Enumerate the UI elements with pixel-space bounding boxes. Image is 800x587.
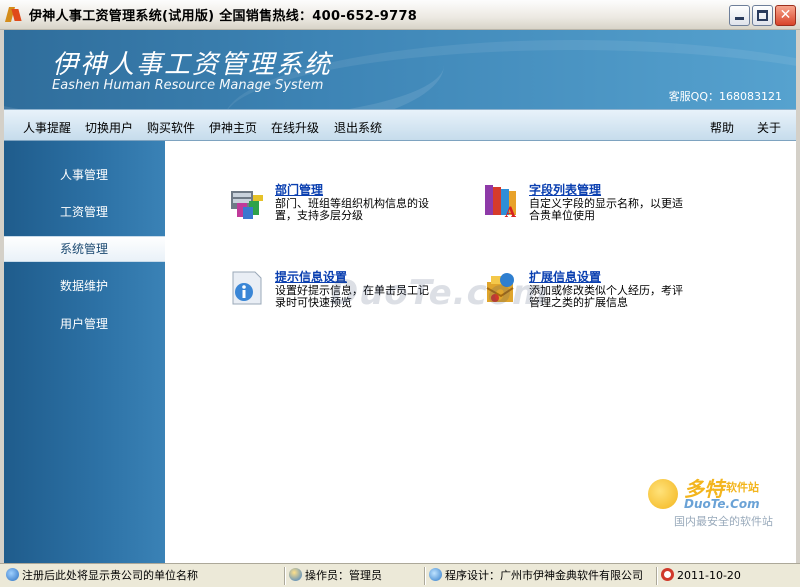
watermark-logo: 多特 软件站 DuoTe.Com 国内最安全的软件站 [648,473,788,533]
watermark-logo-en: DuoTe.Com [684,497,760,511]
watermark-logo-tag: 国内最安全的软件站 [674,515,773,528]
status-company-text: 注册后此处将显示贵公司的单位名称 [22,569,198,582]
main-content: 部门管理 部门、班组等组织机构信息的设置，支持多层分级 A 字段列表管理 自定义… [165,141,796,563]
field-list-icon[interactable]: A [481,181,521,221]
sidebar-item-salary[interactable]: 工资管理 [4,199,165,225]
sidebar-item-data-maintenance[interactable]: 数据维护 [4,273,165,299]
sidebar-item-personnel[interactable]: 人事管理 [4,162,165,188]
title-bar[interactable]: 伊神人事工资管理系统(试用版) 全国销售热线：400-652-9778 ✕ [0,0,800,30]
menu-about[interactable]: 关于 [757,119,781,136]
department-description: 部门、班组等组织机构信息的设置，支持多层分级 [275,197,429,222]
status-bar: 注册后此处将显示贵公司的单位名称 操作员：管理员 程序设计：广州市伊神金典软件有… [0,563,800,587]
watermark-text: DuoTe.com [330,273,549,313]
mascot-icon [648,479,678,509]
status-date: 2011-10-20 [656,567,798,585]
sidebar: 人事管理 工资管理 系统管理 数据维护 用户管理 [4,141,165,563]
department-management-link[interactable]: 部门管理 [275,181,323,198]
menu-help[interactable]: 帮助 [710,119,734,136]
extension-info-description: 添加或修改类似个人经历，考评管理之类的扩展信息 [529,284,683,309]
menu-online-upgrade[interactable]: 在线升级 [271,119,319,136]
menu-hr-reminder[interactable]: 人事提醒 [23,119,71,136]
field-list-management-link[interactable]: 字段列表管理 [529,181,601,198]
field-list-description: 自定义字段的显示名称，以更适合贵单位使用 [529,197,683,222]
maximize-icon [757,10,768,21]
status-designer-text: 程序设计：广州市伊神金典软件有限公司 [445,569,643,582]
banner-subtitle: Eashen Human Resource Manage System [52,78,324,93]
menu-switch-user[interactable]: 切换用户 [85,119,133,136]
window-title: 伊神人事工资管理系统(试用版) 全国销售热线：400-652-9778 [29,9,418,24]
sidebar-item-system[interactable]: 系统管理 [4,236,165,262]
minimize-icon [735,17,744,20]
minimize-button[interactable] [729,5,750,26]
svg-text:A: A [504,205,517,221]
menu-bar: 人事提醒 切换用户 购买软件 伊神主页 在线升级 退出系统 帮助 关于 [4,109,796,141]
status-date-text: 2011-10-20 [677,569,741,582]
status-company: 注册后此处将显示贵公司的单位名称 [2,567,284,585]
status-designer: 程序设计：广州市伊神金典软件有限公司 [424,567,656,585]
close-button[interactable]: ✕ [775,5,796,26]
module-field-list: A 字段列表管理 自定义字段的显示名称，以更适合贵单位使用 [481,181,721,225]
clock-icon [661,568,674,581]
tip-info-icon[interactable] [227,268,267,308]
module-department: 部门管理 部门、班组等组织机构信息的设置，支持多层分级 [227,181,467,225]
close-icon: ✕ [779,7,792,23]
header-banner: 伊神人事工资管理系统 Eashen Human Resource Manage … [4,30,796,109]
globe-icon [429,568,442,581]
department-icon[interactable] [227,181,267,221]
customer-service-qq: 客服QQ：168083121 [668,90,782,103]
status-operator: 操作员：管理员 [284,567,424,585]
status-operator-text: 操作员：管理员 [305,569,382,582]
info-icon [6,568,19,581]
app-icon[interactable] [4,6,23,24]
menu-exit[interactable]: 退出系统 [334,119,382,136]
maximize-button[interactable] [752,5,773,26]
user-icon [289,568,302,581]
menu-homepage[interactable]: 伊神主页 [209,119,257,136]
sidebar-item-user-management[interactable]: 用户管理 [4,311,165,337]
watermark-logo-cn-small: 软件站 [726,481,759,494]
menu-buy-software[interactable]: 购买软件 [147,119,195,136]
banner-title: 伊神人事工资管理系统 [52,50,333,80]
